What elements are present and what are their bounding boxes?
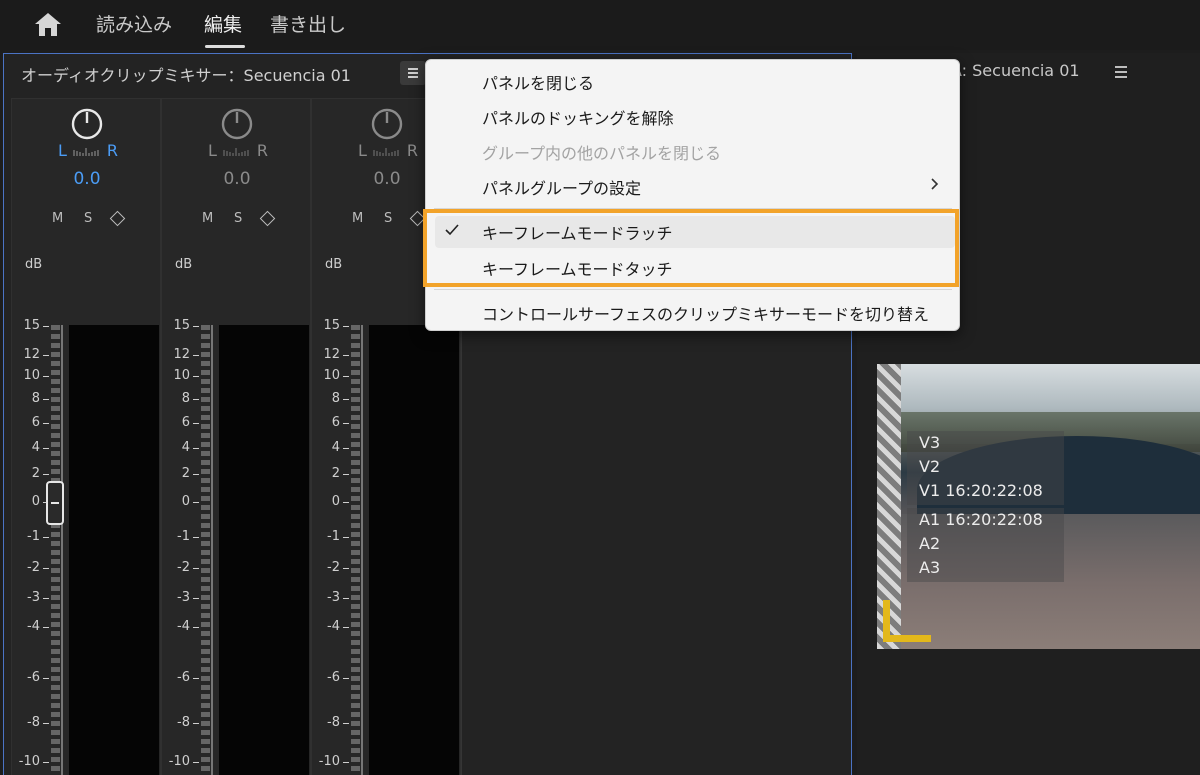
panel-title: オーディオクリップミキサー：Secuencia 01: [21, 66, 351, 85]
keyframe-diamond-icon[interactable]: [259, 210, 276, 227]
corner-marker: [883, 600, 931, 642]
channel-controls: M S: [352, 210, 432, 227]
panel-context-menu: パネルを閉じる パネルのドッキングを解除 グループ内の他のパネルを閉じる パネル…: [425, 59, 960, 331]
menu-item-close-other-panels: グループ内の他のパネルを閉じる: [482, 144, 722, 163]
panel-menu-button[interactable]: [400, 61, 426, 85]
menu-separator: [434, 289, 952, 290]
level-meter: [219, 325, 309, 775]
workspace-bar: 読み込み 編集 書き出し: [0, 0, 1200, 50]
program-panel-title: A: Secuencia 01: [951, 61, 1080, 80]
fader-track: [351, 325, 360, 775]
channel-strip-1: L R 0.0 M S dB 15 12 10 8 6 4 2 0 -1 -2 …: [11, 98, 161, 775]
active-tab-indicator: [205, 45, 245, 48]
level-meter: [369, 325, 459, 775]
video-track-overlay: V3 V2 V1 16:20:22:08: [907, 431, 1064, 505]
mute-button[interactable]: M: [52, 211, 63, 226]
balance-ticks-icon: [223, 148, 249, 156]
solo-button[interactable]: S: [384, 211, 392, 226]
menu-item-close-panel[interactable]: パネルを閉じる: [482, 70, 594, 94]
program-video-frame[interactable]: V3 V2 V1 16:20:22:08 A1 16:20:22:08 A2 A…: [877, 364, 1200, 649]
mute-button[interactable]: M: [352, 211, 363, 226]
fader-track: [201, 325, 210, 775]
db-scale: 15 12 10 8 6 4 2 0 -1 -2 -3 -4 -6 -8 -10: [168, 318, 200, 769]
level-meter: [69, 325, 159, 775]
pan-knob-icon[interactable]: [220, 107, 254, 141]
chevron-right-icon: [931, 178, 939, 190]
balance-ticks-icon: [73, 148, 99, 156]
balance-ticks-icon: [373, 148, 399, 156]
pan-knob-icon[interactable]: [70, 107, 104, 141]
mute-button[interactable]: M: [202, 211, 213, 226]
audio-track-overlay: A1 16:20:22:08 A2 A3: [907, 508, 1064, 582]
db-scale: 15 12 10 8 6 4 2 0 -1 -2 -3 -4 -6 -8 -10: [18, 318, 50, 769]
channel-strip-2: L R 0.0 M S dB 15 12 10 8 6 4 2 0 -1 -2 …: [161, 98, 311, 775]
solo-button[interactable]: S: [234, 211, 242, 226]
tab-edit[interactable]: 編集: [204, 10, 242, 37]
pan-lr-indicator: L R: [358, 141, 418, 160]
tab-import[interactable]: 読み込み: [96, 10, 172, 37]
tab-export[interactable]: 書き出し: [270, 10, 346, 37]
menu-item-panel-group-settings[interactable]: パネルグループの設定: [482, 175, 641, 199]
highlight-callout-box: [423, 209, 959, 287]
channel-controls: M S: [202, 210, 282, 227]
solo-button[interactable]: S: [84, 211, 92, 226]
pan-lr-indicator: L R: [208, 141, 268, 160]
db-scale: 15 12 10 8 6 4 2 0 -1 -2 -3 -4 -6 -8 -10: [318, 318, 350, 769]
keyframe-diamond-icon[interactable]: [109, 210, 126, 227]
fader-track: [51, 325, 60, 775]
volume-fader-handle[interactable]: [46, 481, 64, 525]
channel-controls: M S: [52, 210, 132, 227]
menu-item-undock-panel[interactable]: パネルのドッキングを解除: [482, 105, 674, 129]
pan-knob-icon[interactable]: [370, 107, 404, 141]
panel-menu-icon[interactable]: [1115, 66, 1127, 78]
home-icon[interactable]: [34, 11, 62, 37]
pan-lr-indicator: L R: [58, 141, 118, 160]
menu-item-toggle-control-surface[interactable]: コントロールサーフェスのクリップミキサーモードを切り替え: [482, 301, 929, 325]
